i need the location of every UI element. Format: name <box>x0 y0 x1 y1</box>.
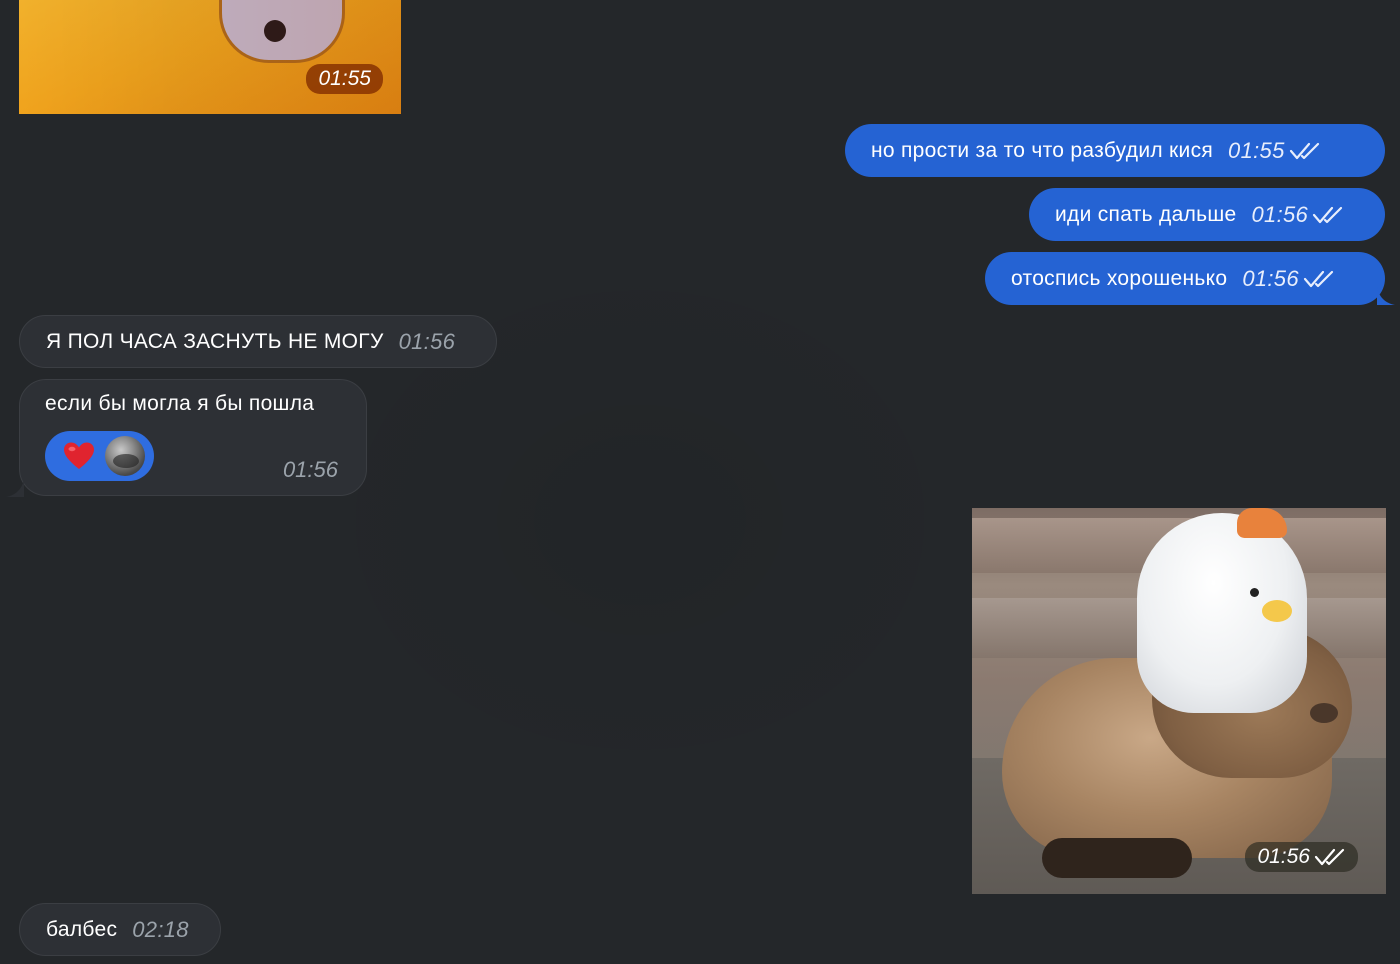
bubble-tail <box>1377 287 1395 305</box>
message-time: 01:56 <box>1251 201 1309 227</box>
incoming-message[interactable]: если бы могла я бы пошла 01:56 <box>19 379 367 496</box>
photo-detail <box>1310 703 1338 723</box>
message-time: 01:56 <box>398 328 456 354</box>
message-text: иди спать дальше <box>1055 202 1237 226</box>
message-time: 01:56 <box>1242 265 1299 291</box>
bubble-tail <box>6 479 24 497</box>
message-text: Я ПОЛ ЧАСА ЗАСНУТЬ НЕ МОГУ <box>46 329 384 353</box>
message-text: но прости за то что разбудил кися <box>871 138 1214 162</box>
outgoing-message[interactable]: отоспись хорошенько 01:56 <box>985 252 1385 305</box>
reaction-pill[interactable] <box>45 431 154 481</box>
outgoing-message[interactable]: иди спать дальше 01:56 <box>1029 188 1385 241</box>
double-check-icon <box>1289 142 1319 159</box>
incoming-message[interactable]: Я ПОЛ ЧАСА ЗАСНУТЬ НЕ МОГУ 01:56 <box>19 315 497 368</box>
double-check-icon <box>1303 270 1333 287</box>
message-text: балбес <box>46 917 118 941</box>
double-check-icon <box>1312 206 1343 223</box>
message-time: 01:55 <box>1228 137 1285 163</box>
message-text: если бы могла я бы пошла <box>45 392 315 415</box>
double-check-icon <box>1314 848 1345 866</box>
heart-icon <box>64 442 94 469</box>
photo-time-badge: 01:56 <box>1245 842 1358 872</box>
photo-detail <box>1042 838 1192 878</box>
message-time: 01:56 <box>1257 845 1310 868</box>
media-thumbnail-shade <box>19 0 401 114</box>
message-text: отоспись хорошенько <box>1011 266 1228 290</box>
photo-message[interactable]: 01:56 <box>972 508 1386 894</box>
message-time: 01:56 <box>282 457 338 482</box>
media-message[interactable]: 01:55 <box>19 0 401 114</box>
photo-detail <box>1262 600 1292 622</box>
message-time: 01:55 <box>306 64 383 94</box>
chat-view: 01:55 но прости за то что разбудил кися … <box>0 0 1400 964</box>
outgoing-message[interactable]: но прости за то что разбудил кися 01:55 <box>845 124 1385 177</box>
avatar <box>105 436 145 476</box>
message-time: 02:18 <box>132 916 189 942</box>
incoming-message[interactable]: балбес 02:18 <box>19 903 221 956</box>
photo-detail <box>1237 508 1287 538</box>
photo-detail <box>1250 588 1259 597</box>
